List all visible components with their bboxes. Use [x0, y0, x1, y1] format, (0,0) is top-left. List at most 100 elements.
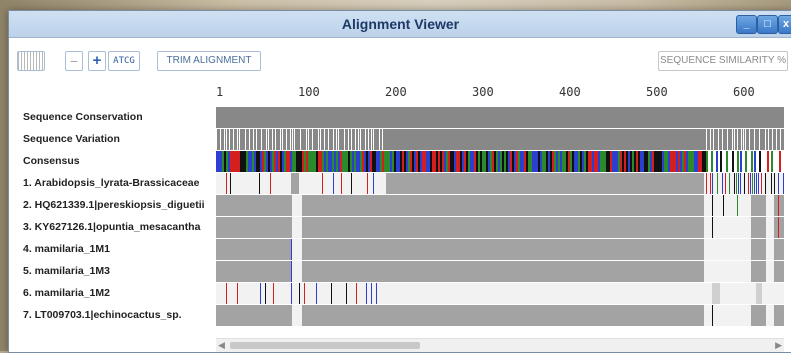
- consensus-base: [706, 151, 708, 172]
- base-mark: [774, 173, 775, 194]
- consensus-base: [716, 151, 718, 172]
- sequence-label[interactable]: 4. mamilaria_1M1: [23, 243, 219, 255]
- consensus-track: [216, 151, 784, 172]
- consensus-base: [754, 151, 756, 172]
- consensus-base: [759, 151, 761, 172]
- zoom-in-button[interactable]: +: [88, 51, 106, 71]
- variation-mark: [272, 129, 273, 150]
- sequence-label[interactable]: 1. Arabidopsis_lyrata-Brassicaceae: [23, 177, 219, 189]
- base-mark: [373, 173, 374, 194]
- base-mark: [265, 283, 266, 304]
- variation-mark: [741, 129, 742, 150]
- scroll-left-icon[interactable]: ◀: [218, 340, 225, 351]
- base-mark: [299, 283, 300, 304]
- variation-mark: [282, 129, 283, 150]
- consensus-base: [767, 151, 769, 172]
- variation-mark: [328, 129, 329, 150]
- variation-mark: [320, 129, 321, 150]
- sequence-track[interactable]: [216, 239, 784, 260]
- base-mark: [371, 283, 372, 304]
- consensus-base: [740, 151, 742, 172]
- gap-block: [302, 217, 704, 238]
- variation-mark: [360, 129, 361, 150]
- base-mark: [230, 173, 231, 194]
- base-mark: [737, 195, 738, 216]
- color-bars-button[interactable]: [17, 51, 45, 71]
- base-mark: [356, 283, 357, 304]
- variation-mark: [706, 129, 707, 150]
- sequence-label[interactable]: 2. HQ621339.1|pereskiopsis_diguetii: [23, 199, 219, 211]
- gap-block: [774, 195, 784, 216]
- consensus-base: [779, 151, 781, 172]
- sequence-track[interactable]: [216, 217, 784, 238]
- base-mark: [710, 173, 711, 194]
- gap-block: [302, 195, 704, 216]
- minimize-button[interactable]: _: [736, 15, 757, 34]
- sequence-label[interactable]: 5. mamilaria_1M3: [23, 265, 219, 277]
- track-label-consensus: Consensus: [23, 155, 80, 167]
- variation-mark: [226, 129, 227, 150]
- trim-alignment-button[interactable]: TRIM ALIGNMENT: [157, 51, 261, 71]
- variation-mark: [722, 129, 723, 150]
- base-mark: [331, 283, 332, 304]
- variation-mark: [306, 129, 307, 150]
- scrollbar-thumb[interactable]: [230, 342, 420, 349]
- maximize-button[interactable]: □: [757, 15, 778, 34]
- variation-mark: [275, 129, 276, 150]
- consensus-base: [711, 151, 713, 172]
- close-button[interactable]: x: [778, 15, 791, 34]
- consensus-base: [745, 151, 747, 172]
- title-bar[interactable]: Alignment Viewer _ □ x: [9, 11, 791, 38]
- sequence-track[interactable]: [216, 261, 784, 282]
- base-mark: [734, 173, 735, 194]
- variation-mark: [754, 129, 755, 150]
- gap-block: [302, 305, 704, 326]
- base-mark: [366, 283, 367, 304]
- scroll-right-icon[interactable]: ▶: [775, 340, 782, 351]
- zoom-out-button[interactable]: −: [65, 51, 83, 71]
- variation-mark: [776, 129, 777, 150]
- gap-block: [712, 283, 720, 304]
- gap-block: [751, 217, 766, 238]
- window-title: Alignment Viewer: [341, 16, 460, 32]
- base-mark: [237, 283, 238, 304]
- base-mark: [316, 283, 317, 304]
- horizontal-scrollbar[interactable]: ◀ ▶: [216, 338, 784, 352]
- consensus-base: [751, 151, 753, 172]
- base-mark: [304, 283, 305, 304]
- variation-mark: [734, 129, 735, 150]
- variation-mark: [300, 129, 301, 150]
- gap-block: [216, 305, 292, 326]
- sequence-track[interactable]: [216, 195, 784, 216]
- ruler-tick: 100: [298, 85, 320, 99]
- sequence-track[interactable]: [216, 173, 784, 194]
- sequence-track[interactable]: [216, 283, 784, 304]
- variation-mark: [229, 129, 230, 150]
- base-mark: [761, 173, 762, 194]
- sequence-label[interactable]: 7. LT009703.1|echinocactus_sp.: [23, 309, 219, 321]
- base-mark: [226, 283, 227, 304]
- sequence-track[interactable]: [216, 305, 784, 326]
- consensus-base: [720, 151, 722, 172]
- consensus-base: [726, 151, 728, 172]
- variation-mark: [286, 129, 287, 150]
- gap-block: [751, 239, 766, 260]
- show-bases-button[interactable]: ATCG: [108, 51, 140, 71]
- base-mark: [783, 173, 784, 194]
- variation-mark: [268, 129, 269, 150]
- variation-mark: [745, 129, 746, 150]
- base-mark: [712, 305, 713, 326]
- sequence-label[interactable]: 3. KY627126.1|opuntia_mesacantha: [23, 221, 219, 233]
- sequence-label[interactable]: 6. mamilaria_1M2: [23, 287, 219, 299]
- base-mark: [750, 173, 751, 194]
- variation-mark: [368, 129, 369, 150]
- base-mark: [722, 173, 723, 194]
- variation-bar: [216, 129, 784, 150]
- sequence-similarity-button[interactable]: SEQUENCE SIMILARITY %: [658, 51, 788, 71]
- base-mark: [758, 173, 759, 194]
- position-ruler: 1 100 200 300 400 500 600: [216, 83, 784, 109]
- gap-block: [774, 261, 784, 282]
- track-label-variation: Sequence Variation: [23, 133, 120, 145]
- variation-mark: [768, 129, 769, 150]
- variation-mark: [324, 129, 325, 150]
